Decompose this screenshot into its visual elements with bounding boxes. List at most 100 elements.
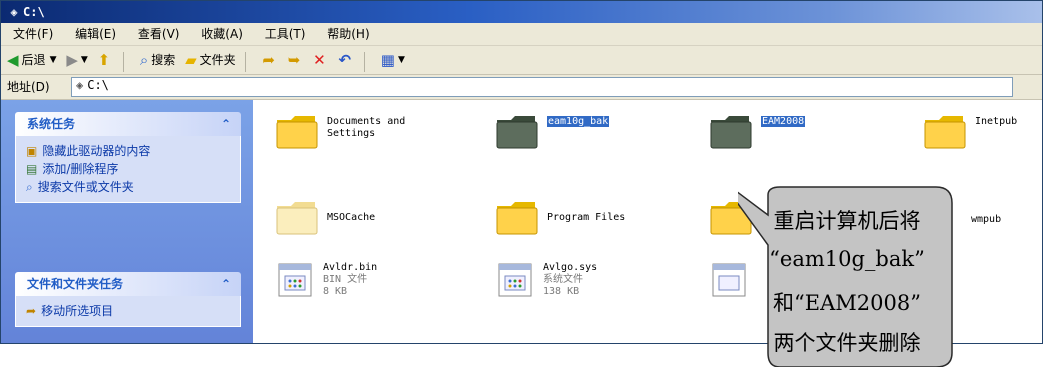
file-name: EAM2008 xyxy=(761,116,806,127)
file-document-icon xyxy=(498,263,532,297)
folder-icon xyxy=(276,116,318,149)
folder-documents-and-settings[interactable]: Documents and Settings xyxy=(275,112,405,150)
chevron-down-icon: ▼ xyxy=(80,55,88,65)
file-type: BIN 文件 xyxy=(323,274,368,285)
folder-icon xyxy=(496,202,538,235)
address-value: C:\ xyxy=(87,78,109,92)
toolbar-separator xyxy=(123,51,125,72)
file-name: MSOCache xyxy=(327,212,376,223)
task-label: 添加/删除程序 xyxy=(42,162,119,176)
move-to-button[interactable]: ➦ xyxy=(262,46,278,74)
menu-help[interactable]: 帮助(H) xyxy=(327,23,369,45)
collapse-chevron-icon[interactable]: ⌃ xyxy=(221,272,231,296)
folders-button[interactable]: ▰ 文件夹 xyxy=(185,46,236,74)
back-button[interactable]: ◀ 后退 ▼ xyxy=(7,46,56,74)
file-tasks-body: ➦ 移动所选项目 xyxy=(15,296,241,327)
move-to-icon: ➦ xyxy=(262,51,275,69)
views-button[interactable]: ▦ ▼ xyxy=(381,46,405,74)
search-icon: ⌕ xyxy=(26,180,33,194)
task-label: 搜索文件或文件夹 xyxy=(37,180,134,194)
callout-line-4: 两个文件夹删除 xyxy=(773,331,921,355)
file-type: 系统文件 xyxy=(543,274,583,285)
file-name: eam10g_bak xyxy=(547,116,610,127)
file-tasks-header[interactable]: 文件和文件夹任务 ⌃ xyxy=(15,272,241,296)
callout-line-3: 和“EAM2008” xyxy=(773,291,921,315)
folders-label: 文件夹 xyxy=(199,53,236,67)
search-label: 搜索 xyxy=(151,53,176,67)
folder-eam10g-bak[interactable]: eam10g_bak xyxy=(495,112,610,150)
folders-icon: ▰ xyxy=(185,51,197,69)
task-pane: 系统任务 ⌃ ▣ 隐藏此驱动器的内容 ▤ 添加/删除程序 ⌕ 搜索文件或文件夹 文件和… xyxy=(1,100,253,343)
move-icon: ➦ xyxy=(26,304,37,318)
menu-tools[interactable]: 工具(T) xyxy=(265,23,306,45)
annotation-callout: 重启计算机后将 “eam10g_bak” 和“EAM2008” 两个文件夹删除 xyxy=(738,185,956,367)
hide-contents-icon: ▣ xyxy=(26,144,38,158)
menu-file[interactable]: 文件(F) xyxy=(13,23,53,45)
file-avldr-bin[interactable]: Avldr.bin BIN 文件 8 KB xyxy=(275,260,377,300)
file-name: Avldr.bin xyxy=(323,262,378,273)
file-name: Inetpub xyxy=(975,116,1018,127)
copy-to-icon: ➥ xyxy=(287,51,301,69)
folder-eam2008[interactable]: EAM2008 xyxy=(709,112,806,150)
folder-msocache[interactable]: MSOCache xyxy=(275,198,375,236)
task-label: 移动所选项目 xyxy=(41,304,114,318)
collapse-chevron-icon[interactable]: ⌃ xyxy=(221,112,231,136)
toolbar: ◀ 后退 ▼ ▶ ▼ ⬆ ⌕ 搜索 ▰ 文件夹 ➦ ➥ ✕ ↶ ▦ ▼ xyxy=(1,46,1042,75)
menu-bar: 文件(F) 编辑(E) 查看(V) 收藏(A) 工具(T) 帮助(H) xyxy=(1,23,1042,46)
callout-line-2: “eam10g_bak” xyxy=(769,247,925,271)
forward-button[interactable]: ▶ ▼ xyxy=(66,46,87,74)
system-tasks-body: ▣ 隐藏此驱动器的内容 ▤ 添加/删除程序 ⌕ 搜索文件或文件夹 xyxy=(15,136,241,203)
drive-icon: ◈ xyxy=(10,5,18,19)
programs-icon: ▤ xyxy=(26,162,38,176)
up-folder-icon: ⬆ xyxy=(97,51,111,69)
file-avlgo-sys[interactable]: Avlgo.sys 系统文件 138 KB xyxy=(495,260,597,300)
callout-line-1: 重启计算机后将 xyxy=(773,209,921,233)
up-button[interactable]: ⬆ xyxy=(98,46,114,74)
file-tasks-panel: 文件和文件夹任务 ⌃ ➦ 移动所选项目 xyxy=(15,272,241,327)
folder-program-files[interactable]: Program Files xyxy=(495,198,625,236)
file-name-line2: Settings xyxy=(327,128,376,139)
menu-favorites[interactable]: 收藏(A) xyxy=(201,23,243,45)
folder-inetpub[interactable]: Inetpub xyxy=(923,112,1017,150)
search-icon: ⌕ xyxy=(139,51,149,69)
menu-edit[interactable]: 编辑(E) xyxy=(75,23,116,45)
chevron-down-icon: ▼ xyxy=(397,55,405,65)
address-label: 地址(D) xyxy=(7,80,50,94)
drive-icon: ◈ xyxy=(76,78,84,92)
folder-icon xyxy=(924,116,966,149)
task-add-remove-programs[interactable]: ▤ 添加/删除程序 xyxy=(26,160,240,178)
delete-x-icon: ✕ xyxy=(313,51,326,69)
task-label: 隐藏此驱动器的内容 xyxy=(42,144,151,158)
views-grid-icon: ▦ xyxy=(380,51,395,69)
file-document-icon xyxy=(278,263,312,297)
folder-icon xyxy=(276,202,318,235)
file-name: Documents and xyxy=(327,116,406,127)
delete-button[interactable]: ✕ xyxy=(313,46,329,74)
task-move-selected[interactable]: ➦ 移动所选项目 xyxy=(26,302,240,320)
file-name: wmpub xyxy=(971,214,1002,225)
copy-to-button[interactable]: ➥ xyxy=(288,46,304,74)
file-name: Program Files xyxy=(547,212,626,223)
forward-arrow-icon: ▶ xyxy=(66,51,78,69)
folder-icon xyxy=(496,116,538,149)
file-size: 8 KB xyxy=(323,286,348,297)
task-hide-drive-contents[interactable]: ▣ 隐藏此驱动器的内容 xyxy=(26,142,240,160)
task-search-files[interactable]: ⌕ 搜索文件或文件夹 xyxy=(26,178,240,196)
window-title: C:\ xyxy=(23,5,45,19)
toolbar-separator xyxy=(363,51,365,72)
back-label: 后退 xyxy=(21,53,46,67)
file-size: 138 KB xyxy=(543,286,580,297)
address-bar: 地址(D) ◈ C:\ xyxy=(1,75,1042,100)
back-arrow-icon: ◀ xyxy=(7,51,19,69)
chevron-down-icon: ▼ xyxy=(49,55,57,65)
menu-view[interactable]: 查看(V) xyxy=(138,23,180,45)
undo-button[interactable]: ↶ xyxy=(339,46,355,74)
folder-icon xyxy=(710,116,752,149)
system-tasks-title: 系统任务 xyxy=(27,117,76,131)
address-input[interactable]: ◈ C:\ xyxy=(71,77,1013,97)
search-button[interactable]: ⌕ 搜索 xyxy=(140,46,175,74)
title-bar[interactable]: ◈ C:\ xyxy=(1,1,1042,23)
folder-wmpub[interactable]: wmpub xyxy=(971,210,1001,226)
undo-icon: ↶ xyxy=(338,51,352,69)
system-tasks-header[interactable]: 系统任务 ⌃ xyxy=(15,112,241,136)
